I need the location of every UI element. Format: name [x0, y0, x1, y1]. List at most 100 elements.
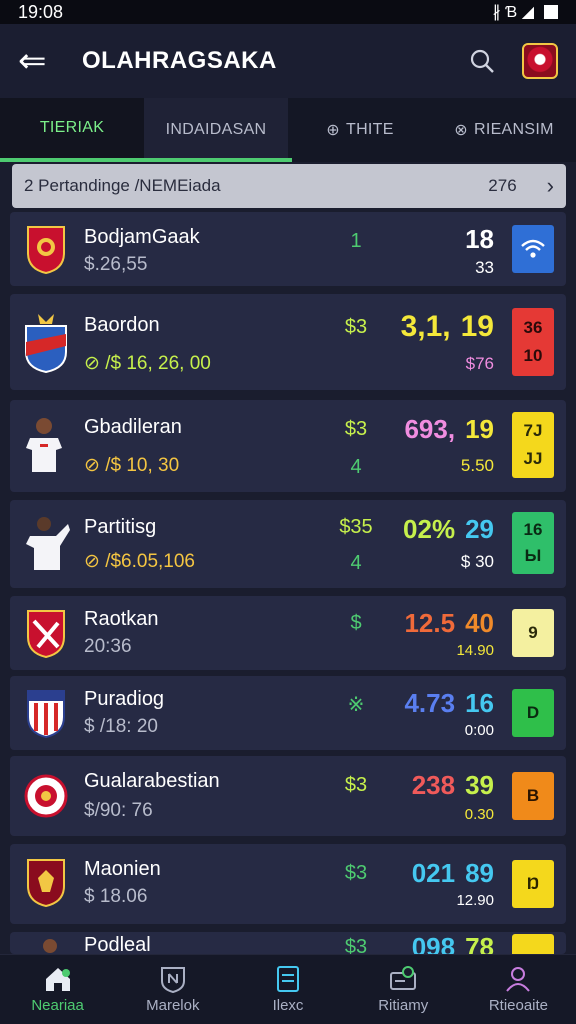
tab-thite[interactable]: ⊕ THITE	[288, 98, 432, 162]
status-box[interactable]: D	[512, 689, 554, 737]
market-value: $3	[344, 316, 368, 338]
status-box-bottom: Ы	[524, 546, 542, 565]
tab-label: THITE	[346, 121, 394, 138]
match-row[interactable]: Baordon ⊘ /$ 16, 26, 00 $3 3,1, 19 $76 36…	[10, 294, 566, 390]
odds-value: 14.90	[456, 642, 494, 659]
status-box[interactable]: 36 10	[512, 308, 554, 376]
team-name: Gualarabestian	[84, 770, 220, 792]
nav-label: Neariaa	[31, 997, 84, 1014]
summary-count: 276	[488, 176, 517, 195]
score: 18	[455, 224, 494, 255]
nav-home[interactable]: Neariaa	[0, 955, 115, 1024]
score: 3,1, 19	[401, 310, 494, 344]
market-value: $	[350, 612, 362, 634]
score-a: 098	[411, 932, 456, 954]
tab-indaidasan[interactable]: INDAIDASAN	[144, 98, 288, 162]
profile-icon	[506, 967, 531, 992]
match-row[interactable]: Gualarabestian $/90: 76 $3 238 39 0.30 B	[10, 756, 566, 836]
club-logo-icon[interactable]	[522, 43, 558, 79]
match-row[interactable]: Puradiog $ /18: 20 ※ 4.73 16 0:00 D	[10, 676, 566, 750]
matches-summary-bar[interactable]: 2 Pertandinge /NEMEiada 276 ›	[12, 164, 566, 208]
wifi-icon	[521, 239, 545, 258]
match-row[interactable]: Podleal $3 098 78	[10, 932, 566, 954]
score-a: 693,	[404, 414, 456, 444]
signal-icons: ∦ Ɓ ◢	[492, 4, 534, 21]
team-name: Gbadileran	[84, 416, 182, 438]
match-row[interactable]: Gbadileran ⊘ /$ 10, 30 $3 4 693, 19 5.50 …	[10, 400, 566, 492]
status-icons: ∦ Ɓ ◢	[493, 2, 558, 22]
chevron-right-icon: ›	[546, 173, 554, 198]
status-box[interactable]: 9	[512, 609, 554, 657]
nav-ritiamy[interactable]: Ritiamy	[346, 955, 461, 1024]
odds-value: 0.30	[464, 806, 494, 823]
status-box[interactable]: Ŋ	[512, 860, 554, 908]
status-box-label: Ŋ	[526, 874, 540, 893]
match-row[interactable]: Partitisg ⊘ /$6.05,106 $35 4 02% 29 $ 30 …	[10, 500, 566, 588]
wifi-badge-icon[interactable]	[512, 225, 554, 273]
team-name: BodjamGaak	[84, 226, 200, 248]
tab-label: RIEANSIM	[473, 121, 554, 138]
match-row[interactable]: BodjamGaak $.26,55 1 18 33	[10, 212, 566, 286]
status-bar: 19:08 ∦ Ɓ ◢	[0, 0, 576, 24]
secondary-value: 4	[350, 456, 362, 478]
team-name: Maonien	[84, 858, 161, 880]
tab-tieriak[interactable]: TIERIAK	[0, 98, 144, 162]
score-a: 02%	[403, 514, 456, 544]
tab-rieansim[interactable]: ⊗ RIEANSIM	[432, 98, 576, 162]
score-b: 19	[460, 310, 494, 343]
score-b: 89	[465, 858, 494, 888]
score-a: 021	[411, 858, 456, 888]
club-crest-icon	[24, 774, 68, 818]
team-sub: 20:36	[84, 636, 132, 657]
status-box[interactable]: 7J JJ	[512, 412, 554, 478]
shield-icon	[160, 967, 185, 993]
club-crest-icon	[27, 610, 65, 659]
home-icon	[45, 968, 70, 991]
status-box-top: 16	[523, 520, 543, 539]
score-b: 39	[465, 770, 494, 800]
club-crest-icon	[27, 859, 65, 908]
score-b: 40	[465, 608, 494, 638]
status-box[interactable]	[512, 934, 554, 954]
match-row[interactable]: Maonien $ 18.06 $3 021 89 12.90 Ŋ	[10, 844, 566, 924]
nav-label: Ritiamy	[378, 997, 429, 1014]
nav-label: Rtieoaite	[488, 997, 549, 1014]
nav-profile[interactable]: Rtieoaite	[461, 955, 576, 1024]
nav-ilexc[interactable]: Ilexc	[230, 955, 345, 1024]
market-value: ※	[347, 694, 365, 716]
nav-label: Ilexc	[272, 997, 304, 1014]
odds-value: $76	[465, 354, 494, 373]
market-value: $3	[344, 862, 368, 884]
search-button[interactable]	[462, 41, 502, 81]
status-box-top: 36	[523, 318, 543, 337]
summary-title: 2 Pertandinge /NEMEiada	[24, 176, 221, 195]
score-a: 4.73	[404, 688, 456, 718]
team-sub: $ 18.06	[84, 886, 148, 907]
status-box[interactable]: 16 Ы	[512, 512, 554, 574]
score: 02% 29	[403, 514, 494, 545]
club-crest-icon	[27, 690, 65, 739]
document-icon	[277, 966, 299, 992]
tab-bar: TIERIAK INDAIDASAN ⊕ THITE ⊗ RIEANSIM	[0, 98, 576, 162]
page-title: OLAHRAGSAKA	[82, 47, 277, 74]
market-value: $3	[344, 936, 368, 954]
team-name: Puradiog	[84, 688, 165, 710]
score: 021 89	[412, 858, 494, 889]
team-sub: $.26,55	[84, 254, 148, 275]
status-box-top: 7J	[523, 421, 543, 440]
tab-label: TIERIAK	[39, 119, 105, 136]
back-arrow-icon[interactable]: ⇐	[18, 44, 66, 78]
match-row[interactable]: Raotkan 20:36 $ 12.5 40 14.90 9	[10, 596, 566, 670]
status-box[interactable]: B	[512, 772, 554, 820]
nav-marelok[interactable]: Marelok	[115, 955, 230, 1024]
clock-icon: ⊗	[454, 122, 468, 139]
team-sub: $/90: 76	[84, 800, 153, 821]
player-avatar-icon	[43, 939, 57, 953]
odds-value: 12.90	[456, 892, 494, 909]
team-name: Partitisg	[84, 516, 157, 538]
market-value: $3	[344, 774, 368, 796]
market-value: $35	[339, 516, 373, 538]
club-crest-icon	[25, 314, 67, 374]
bottom-nav: Neariaa Marelok Ilexc Ritiamy Rtieoaite	[0, 954, 576, 1024]
search-icon	[470, 49, 494, 73]
